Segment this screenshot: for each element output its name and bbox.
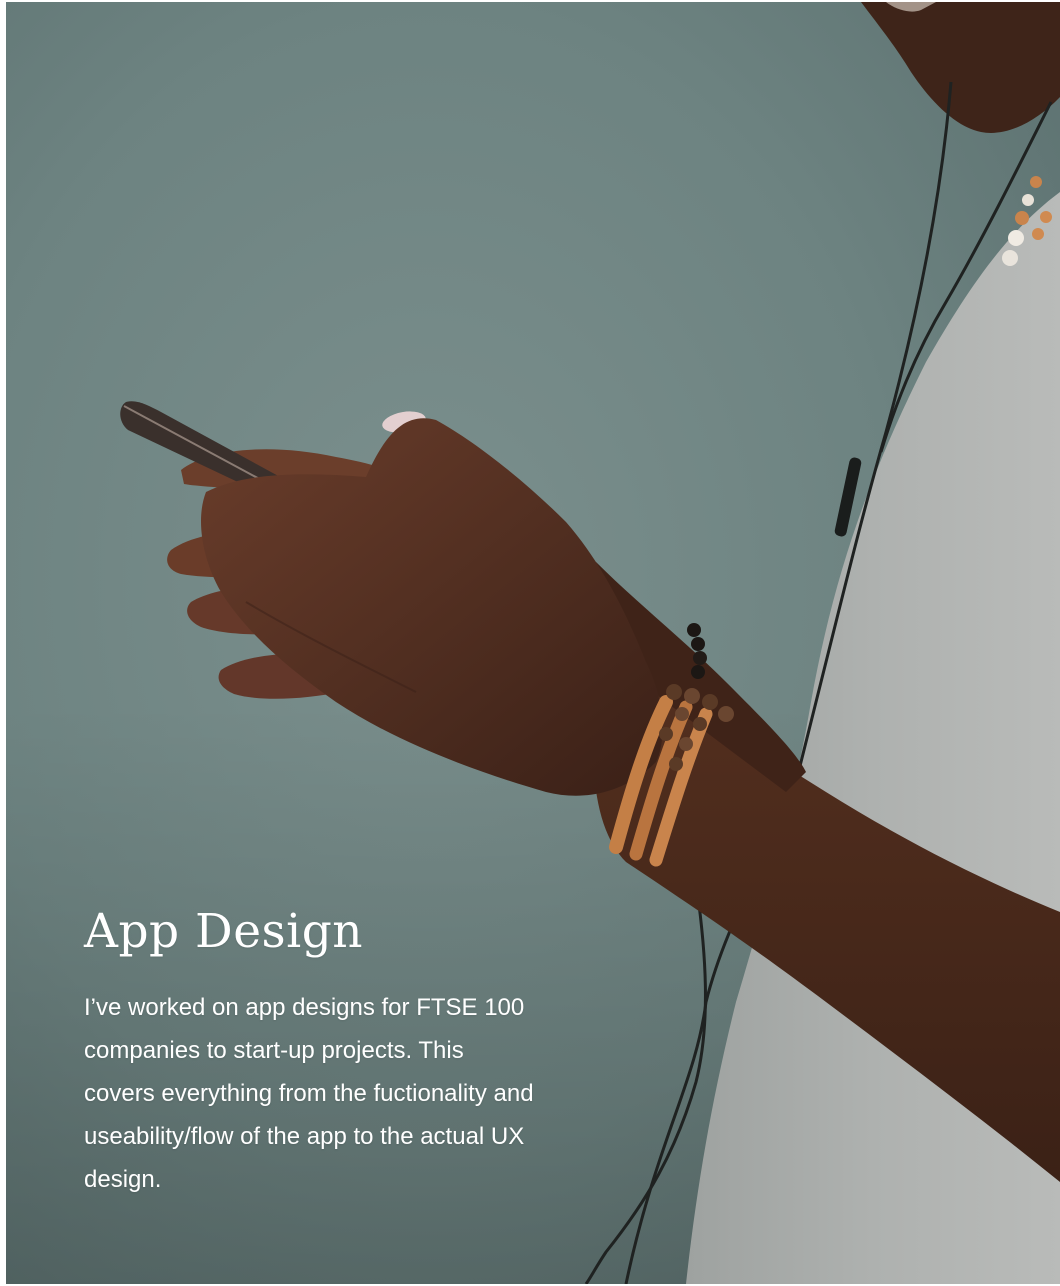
section-caption: App Design I’ve worked on app designs fo… [84, 898, 554, 1201]
section-description: I’ve worked on app designs for FTSE 100 … [84, 994, 534, 1193]
section-title: App Design [84, 904, 364, 959]
app-design-card[interactable]: App Design I’ve worked on app designs fo… [6, 2, 1060, 1284]
